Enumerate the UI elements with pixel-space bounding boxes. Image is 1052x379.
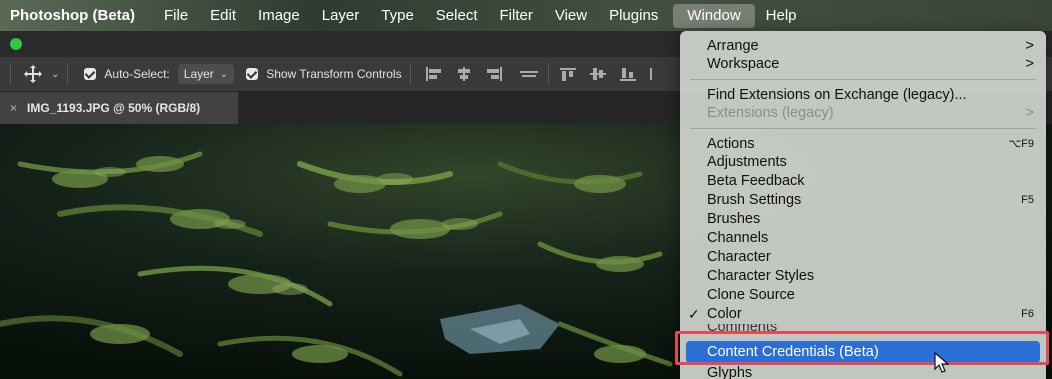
menu-item-shortcut: F6: [1021, 308, 1034, 320]
divider: [67, 63, 69, 85]
divider: [547, 63, 549, 85]
menu-item-adjustments[interactable]: Adjustments: [680, 153, 1046, 171]
menu-item-label: Beta Feedback: [707, 173, 805, 189]
menu-item-brushes[interactable]: Brushes: [680, 210, 1046, 228]
menu-item-color[interactable]: ✓ Color F6: [680, 305, 1046, 323]
menu-item-character[interactable]: Character: [680, 248, 1046, 266]
menu-item-label: Character: [707, 249, 771, 265]
menu-item-label: Extensions (legacy): [707, 105, 834, 121]
window-menu-dropdown: Arrange > Workspace > Find Extensions on…: [680, 31, 1046, 379]
cursor-icon: [934, 351, 950, 379]
menu-item-label: Brush Settings: [707, 192, 802, 208]
menu-item-channels[interactable]: Channels: [680, 229, 1046, 247]
tool-preset-picker[interactable]: ⌄: [23, 64, 59, 84]
menu-window[interactable]: Window: [673, 3, 755, 28]
menu-item-label: Clone Source: [707, 287, 795, 303]
menu-item-brush-settings[interactable]: Brush Settings F5: [680, 191, 1046, 209]
chevron-down-icon: ⌄: [219, 68, 229, 80]
menu-item-label: Workspace: [707, 56, 780, 72]
menu-item-label: Character Styles: [707, 268, 815, 284]
divider: [511, 63, 512, 85]
menu-divider: [690, 79, 1036, 80]
distribute-icon[interactable]: [647, 66, 669, 82]
checkmark-icon: ✓: [688, 306, 700, 322]
submenu-chevron-icon: >: [1025, 55, 1034, 72]
menu-item-shortcut: ⌥F9: [1008, 138, 1034, 150]
auto-select-checkbox[interactable]: [84, 68, 97, 80]
menu-item-arrange[interactable]: Arrange >: [680, 37, 1046, 55]
app-menu[interactable]: Photoshop (Beta): [0, 7, 153, 24]
submenu-chevron-icon: >: [1025, 37, 1034, 54]
menu-item-label: Glyphs: [707, 365, 753, 379]
menu-item-shortcut: F5: [1021, 194, 1034, 206]
menu-item-label: Arrange: [707, 38, 759, 54]
auto-select-label: Auto-Select:: [104, 67, 170, 81]
menu-file[interactable]: File: [153, 0, 199, 31]
menu-item-find-extensions[interactable]: Find Extensions on Exchange (legacy)...: [680, 86, 1046, 104]
menu-layer[interactable]: Layer: [311, 0, 371, 31]
move-tool-icon: [24, 65, 42, 83]
menu-item-actions[interactable]: Actions ⌥F9: [680, 135, 1046, 153]
menu-item-clone-source[interactable]: Clone Source: [680, 286, 1046, 304]
align-right-edges-icon[interactable]: [483, 66, 505, 82]
auto-select-option[interactable]: Auto-Select:: [84, 67, 170, 81]
menu-image[interactable]: Image: [247, 0, 311, 31]
document-tab[interactable]: × IMG_1193.JPG @ 50% (RGB/8): [0, 92, 238, 124]
annotation-highlight-box: [675, 331, 1049, 365]
menu-view[interactable]: View: [544, 0, 598, 31]
menu-item-workspace[interactable]: Workspace >: [680, 55, 1046, 73]
menu-divider: [690, 128, 1036, 129]
align-top-edges-icon[interactable]: [557, 66, 579, 82]
document-title: IMG_1193.JPG @ 50% (RGB/8): [27, 101, 201, 115]
menu-plugins[interactable]: Plugins: [598, 0, 669, 31]
show-transform-label: Show Transform Controls: [266, 67, 402, 81]
divider: [10, 63, 11, 85]
menu-item-label: Adjustments: [707, 154, 787, 170]
menu-item-glyphs[interactable]: Glyphs: [680, 364, 1046, 379]
menu-item-label: Channels: [707, 230, 769, 246]
show-transform-checkbox[interactable]: [246, 68, 259, 80]
align-vertical-centers-icon[interactable]: [587, 66, 609, 82]
menu-item-character-styles[interactable]: Character Styles: [680, 267, 1046, 285]
align-horizontal-centers-icon[interactable]: [453, 66, 475, 82]
close-tab-icon[interactable]: ×: [10, 101, 17, 115]
menu-select[interactable]: Select: [425, 0, 489, 31]
distribute-vertical-icon[interactable]: [518, 66, 540, 82]
menu-bar: Photoshop (Beta) File Edit Image Layer T…: [0, 0, 1052, 31]
zoom-window-button[interactable]: [10, 38, 22, 50]
auto-select-dropdown[interactable]: Layer ⌄: [177, 64, 235, 84]
menu-edit[interactable]: Edit: [199, 0, 247, 31]
auto-select-value: Layer: [183, 67, 214, 81]
menu-item-label: Actions: [707, 136, 755, 152]
chevron-down-icon: ⌄: [51, 68, 60, 80]
align-buttons: [419, 63, 673, 85]
align-bottom-edges-icon[interactable]: [617, 66, 639, 82]
menu-item-label: Brushes: [707, 211, 761, 227]
menu-item-label: Find Extensions on Exchange (legacy)...: [707, 87, 967, 103]
submenu-chevron-icon: >: [1025, 104, 1034, 121]
divider: [409, 63, 411, 85]
menu-item-label: Color: [707, 306, 742, 322]
menu-filter[interactable]: Filter: [489, 0, 544, 31]
menu-item-beta-feedback[interactable]: Beta Feedback: [680, 172, 1046, 190]
menu-type[interactable]: Type: [370, 0, 425, 31]
menu-help[interactable]: Help: [755, 0, 808, 31]
show-transform-option[interactable]: Show Transform Controls: [246, 67, 402, 81]
align-left-edges-icon[interactable]: [423, 66, 445, 82]
menu-item-extensions-legacy: Extensions (legacy) >: [680, 104, 1046, 122]
